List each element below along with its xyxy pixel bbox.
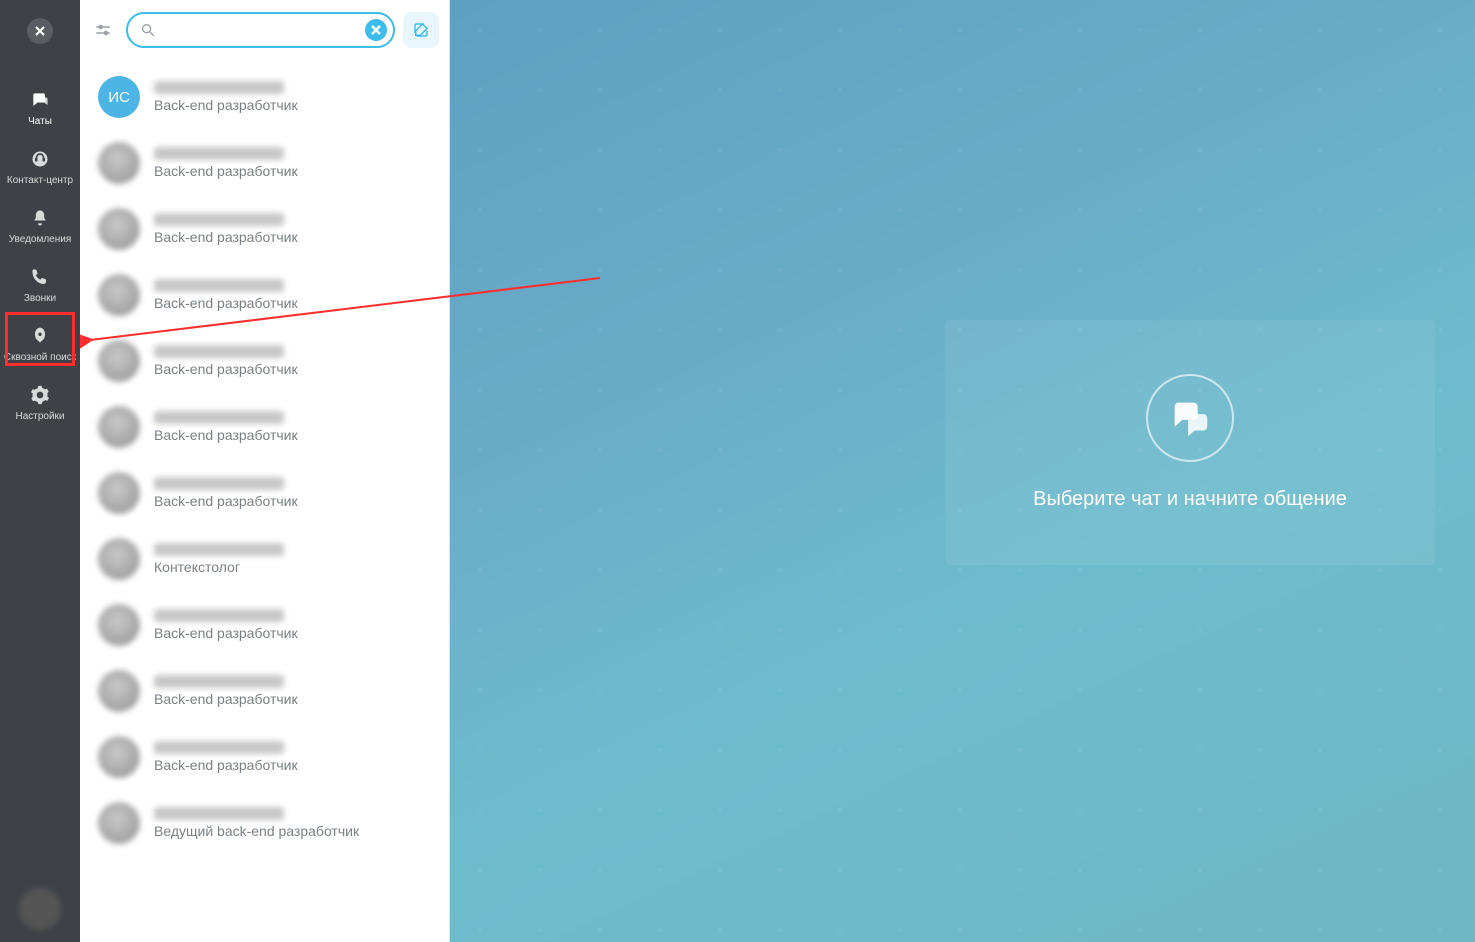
contact-item[interactable]: Back-end разработчик	[80, 262, 449, 328]
contact-role: Контекстолог	[154, 559, 284, 576]
contact-name-blurred	[154, 741, 284, 754]
contact-name-blurred	[154, 147, 284, 160]
avatar	[98, 406, 140, 448]
filter-button[interactable]	[88, 15, 118, 45]
avatar	[98, 208, 140, 250]
contact-item[interactable]: Back-end разработчик	[80, 592, 449, 658]
contact-role: Ведущий back-end разработчик	[154, 823, 359, 840]
contact-item[interactable]: Back-end разработчик	[80, 196, 449, 262]
compose-button[interactable]	[403, 12, 439, 48]
contact-item[interactable]: Ведущий back-end разработчик	[80, 790, 449, 856]
contact-role: Back-end разработчик	[154, 625, 298, 642]
empty-state-text: Выберите чат и начните общение	[1033, 488, 1347, 511]
contact-text: Back-end разработчик	[154, 345, 298, 378]
contact-text: Back-end разработчик	[154, 81, 298, 114]
contact-text: Back-end разработчик	[154, 477, 298, 510]
contact-text: Ведущий back-end разработчик	[154, 807, 359, 840]
search-input[interactable]	[156, 22, 365, 38]
sidebar-item-label: Контакт-центр	[7, 175, 73, 186]
sidebar-item-chats[interactable]: Чаты	[0, 80, 80, 139]
avatar: ИС	[98, 76, 140, 118]
close-icon	[35, 26, 45, 36]
contact-name-blurred	[154, 411, 284, 424]
contact-role: Back-end разработчик	[154, 757, 298, 774]
contact-name-blurred	[154, 543, 284, 556]
contact-role: Back-end разработчик	[154, 691, 298, 708]
contact-text: Back-end разработчик	[154, 213, 298, 246]
contact-name-blurred	[154, 279, 284, 292]
search-box[interactable]	[126, 12, 395, 48]
avatar	[98, 604, 140, 646]
contacts-list[interactable]: ИС Back-end разработчик Back-end разработч…	[80, 60, 449, 942]
contact-text: Back-end разработчик	[154, 675, 298, 708]
contact-panel: ИС Back-end разработчик Back-end разработч…	[80, 0, 450, 942]
bell-icon	[30, 208, 50, 228]
empty-state-card: Выберите чат и начните общение	[945, 320, 1435, 565]
contact-item[interactable]: Back-end разработчик	[80, 724, 449, 790]
sliders-icon	[94, 21, 112, 39]
contact-item[interactable]: Back-end разработчик	[80, 130, 449, 196]
chat-bubbles-icon	[1167, 395, 1213, 441]
contact-role: Back-end разработчик	[154, 493, 298, 510]
empty-state-icon-circle	[1146, 374, 1234, 462]
sidebar-item-label: Уведомления	[9, 234, 72, 245]
contact-item[interactable]: Back-end разработчик	[80, 394, 449, 460]
contact-item[interactable]: Контекстолог	[80, 526, 449, 592]
gear-icon	[30, 385, 50, 405]
search-bar	[80, 0, 449, 60]
contact-role: Back-end разработчик	[154, 361, 298, 378]
avatar	[98, 472, 140, 514]
sidebar-item-label: Сквозной поиск	[4, 352, 76, 363]
contact-text: Back-end разработчик	[154, 279, 298, 312]
sidebar-item-calls[interactable]: Звонки	[0, 257, 80, 316]
avatar	[98, 670, 140, 712]
avatar	[98, 802, 140, 844]
contact-text: Back-end разработчик	[154, 411, 298, 444]
sidebar-item-global-search[interactable]: Сквозной поиск	[0, 316, 80, 375]
avatar	[98, 340, 140, 382]
contact-item[interactable]: Back-end разработчик	[80, 658, 449, 724]
contact-role: Back-end разработчик	[154, 229, 298, 246]
search-clear-button[interactable]	[365, 19, 387, 41]
sidebar-item-notifications[interactable]: Уведомления	[0, 198, 80, 257]
contact-name-blurred	[154, 213, 284, 226]
chat-area: Выберите чат и начните общение	[450, 0, 1475, 942]
x-icon	[371, 25, 381, 35]
contact-name-blurred	[154, 81, 284, 94]
phone-icon	[30, 267, 50, 287]
chat-icon	[30, 90, 50, 110]
contact-text: Контекстолог	[154, 543, 284, 576]
contact-name-blurred	[154, 609, 284, 622]
rocket-icon	[30, 326, 50, 346]
sidebar-item-label: Чаты	[28, 116, 52, 127]
contact-item[interactable]: ИС Back-end разработчик	[80, 64, 449, 130]
sidebar-item-contact-center[interactable]: Контакт-центр	[0, 139, 80, 198]
current-user-avatar[interactable]	[19, 888, 61, 930]
contact-name-blurred	[154, 345, 284, 358]
sidebar-item-settings[interactable]: Настройки	[0, 375, 80, 434]
contact-role: Back-end разработчик	[154, 295, 298, 312]
pencil-square-icon	[412, 21, 430, 39]
contact-role: Back-end разработчик	[154, 163, 298, 180]
contact-item[interactable]: Back-end разработчик	[80, 460, 449, 526]
contact-role: Back-end разработчик	[154, 97, 298, 114]
avatar	[98, 274, 140, 316]
contact-name-blurred	[154, 807, 284, 820]
avatar	[98, 736, 140, 778]
avatar	[98, 142, 140, 184]
avatar	[98, 538, 140, 580]
sidebar-item-label: Настройки	[15, 411, 64, 422]
sidebar-item-label: Звонки	[24, 293, 56, 304]
contact-text: Back-end разработчик	[154, 741, 298, 774]
contact-item[interactable]: Back-end разработчик	[80, 328, 449, 394]
contact-role: Back-end разработчик	[154, 427, 298, 444]
close-button[interactable]	[27, 18, 53, 44]
contact-name-blurred	[154, 477, 284, 490]
sidebar: Чаты Контакт-центр Уведомления Звонки Ск…	[0, 0, 80, 942]
contact-text: Back-end разработчик	[154, 147, 298, 180]
search-icon	[140, 22, 156, 38]
contact-name-blurred	[154, 675, 284, 688]
contact-text: Back-end разработчик	[154, 609, 298, 642]
headset-icon	[30, 149, 50, 169]
